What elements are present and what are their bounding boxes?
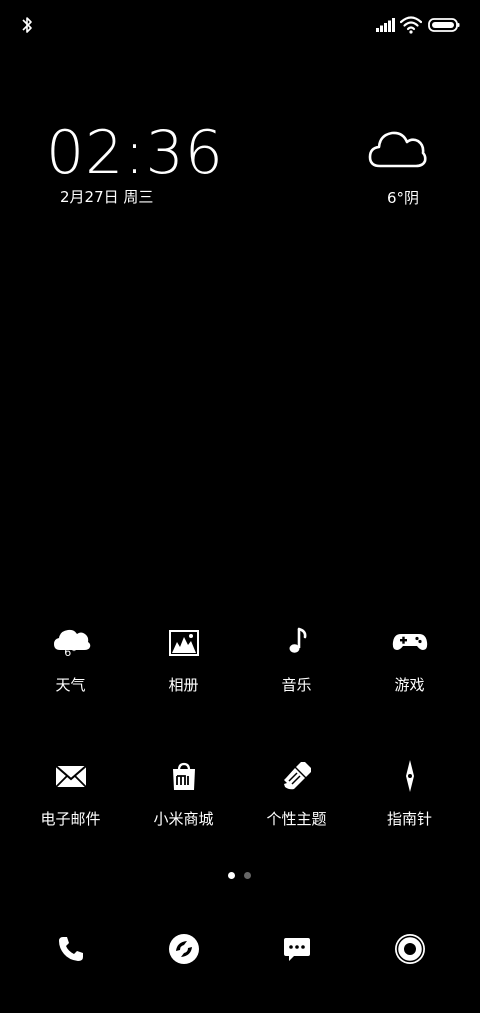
dock (0, 918, 480, 978)
app-label: 天气 (55, 676, 86, 694)
dock-camera[interactable] (353, 918, 466, 978)
app-label: 电子邮件 (40, 810, 101, 828)
wifi-icon (400, 16, 422, 34)
weather-summary: 6°阴 (386, 189, 420, 207)
clock-time[interactable]: 02:36 (46, 118, 223, 188)
app-label: 小米商城 (153, 810, 214, 828)
mail-icon (54, 765, 87, 788)
dock-phone[interactable] (14, 918, 127, 978)
music-note-icon (289, 627, 306, 653)
app-label: 游戏 (394, 676, 425, 694)
status-bar (0, 0, 480, 50)
app-weather[interactable]: 6° 天气 (14, 612, 127, 712)
mi-store-bag-icon (172, 762, 195, 790)
app-compass[interactable]: 指南针 (353, 746, 466, 846)
app-gallery[interactable]: 相册 (127, 612, 240, 712)
dock-browser[interactable] (127, 918, 240, 978)
page-indicator (226, 872, 254, 880)
bluetooth-icon (22, 17, 32, 33)
gamepad-icon (392, 634, 427, 650)
clock-date: 2月27日 周三 (60, 188, 154, 206)
paint-brush-icon (283, 762, 311, 790)
app-label: 相册 (168, 676, 199, 694)
cloud-icon[interactable] (366, 126, 428, 172)
weather-app-temp: 6° (64, 646, 77, 659)
app-themes[interactable]: 个性主题 (240, 746, 353, 846)
battery-icon (428, 18, 460, 32)
browser-icon (168, 934, 199, 964)
app-label: 音乐 (281, 676, 312, 694)
phone-icon (58, 937, 83, 961)
app-music[interactable]: 音乐 (240, 612, 353, 712)
messages-icon (283, 938, 310, 961)
compass-icon (405, 760, 414, 792)
page-dot-active[interactable] (228, 872, 235, 879)
dock-messages[interactable] (240, 918, 353, 978)
page-dot[interactable] (244, 872, 251, 879)
gallery-icon (168, 630, 199, 656)
app-games[interactable]: 游戏 (353, 612, 466, 712)
camera-icon (394, 934, 425, 964)
app-label: 指南针 (386, 810, 432, 828)
app-mi-store[interactable]: 小米商城 (127, 746, 240, 846)
cellular-signal-icon (376, 18, 395, 32)
app-email[interactable]: 电子邮件 (14, 746, 127, 846)
app-label: 个性主题 (266, 810, 327, 828)
